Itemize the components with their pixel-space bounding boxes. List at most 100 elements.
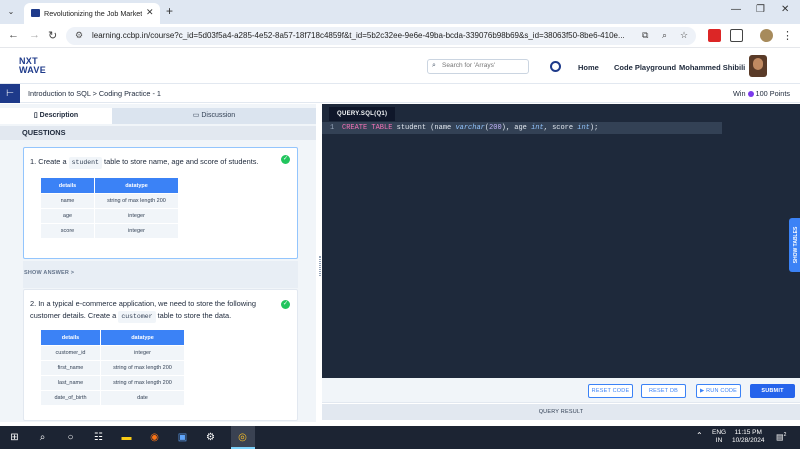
win-label: Win (732, 89, 746, 98)
reset-db-button[interactable]: RESET DB (641, 384, 686, 398)
tray-chevron-icon[interactable]: ⌃ (696, 432, 703, 440)
reload-icon[interactable]: ↻ (48, 29, 57, 42)
reset-code-button[interactable]: RESET CODE (588, 384, 633, 398)
sidebar-toggle-icon[interactable]: ⊢ (0, 84, 20, 103)
clock[interactable]: 11:15 PM 10/28/2024 (732, 429, 765, 445)
show-answer-link[interactable]: SHOW ANSWER > (24, 270, 74, 276)
site-favicon-icon (31, 9, 40, 17)
tab-title: Revolutionizing the Job Market (44, 9, 142, 18)
user-name[interactable]: Mohammed Shibili (679, 63, 745, 72)
install-app-icon[interactable]: ⧉ (642, 30, 648, 41)
sql-text: , score (543, 124, 578, 132)
tab-description[interactable]: ▯ Description (0, 108, 112, 124)
notification-count: 2 (783, 432, 787, 438)
zoom-icon[interactable]: ⌕ (662, 30, 667, 41)
app-header: NXT WAVE ⌕ Home Code Playground Mohammed… (0, 48, 800, 84)
image-viewer-icon[interactable]: ▣ (176, 431, 189, 444)
window-close-icon[interactable]: ✕ (781, 4, 789, 15)
table-row: customer_id integer (40, 345, 185, 361)
extensions-puzzle-icon[interactable] (730, 29, 743, 42)
firefox-icon[interactable]: ◉ (148, 431, 161, 444)
settings-gear-icon[interactable]: ⚙ (204, 431, 217, 444)
line-number: 1 (330, 124, 335, 132)
windows-taskbar: ⊞ ⌕ ○ ☷ ▬ ◉ ▣ ⚙ ◎ ⌃ ENG IN 11:15 PM 10/2… (0, 426, 800, 449)
task-view-icon[interactable]: ○ (64, 431, 77, 444)
sql-number: 200 (489, 124, 502, 132)
sql-type: int (577, 124, 590, 132)
tab-discussion-label: Discussion (201, 112, 236, 119)
question-number: 1. (30, 157, 37, 166)
table-cell: integer (94, 223, 179, 239)
language-indicator[interactable]: ENG IN (712, 429, 726, 445)
editor-file-tab[interactable]: QUERY.SQL(Q1) (329, 107, 396, 121)
show-tables-button[interactable]: SHOW TABLES (789, 218, 800, 272)
panel-resize-handle[interactable] (319, 256, 321, 276)
sql-text: student (name (392, 124, 456, 132)
url-field[interactable]: ⚙ learning.ccbp.in/course?c_id=5d03f5a4-… (66, 27, 696, 45)
nav-code-playground[interactable]: Code Playground (614, 63, 676, 72)
code-editor[interactable]: QUERY.SQL(Q1) 1 CREATE TABLE student (na… (322, 104, 800, 378)
column-header: datatype (94, 177, 179, 194)
table-cell: last_name (40, 375, 101, 391)
question-card-2[interactable]: 2. In a typical e-commerce application, … (23, 289, 298, 421)
breadcrumb-bar: ⊢ Introduction to SQL > Coding Practice … (0, 84, 800, 103)
chrome-icon[interactable]: ◎ (236, 431, 249, 444)
search-box[interactable]: ⌕ (427, 59, 529, 74)
table-cell: age (40, 208, 95, 224)
code-line[interactable]: 1 CREATE TABLE student (name varchar(200… (322, 122, 722, 134)
restore-icon[interactable]: ❐ (756, 4, 765, 15)
region-code: IN (715, 437, 723, 444)
show-tables-label: SHOW TABLES (793, 226, 799, 264)
url-text[interactable]: learning.ccbp.in/course?c_id=5d03f5a4-a2… (92, 31, 632, 40)
browser-menu-icon[interactable]: ⋮ (782, 29, 793, 42)
tab-description-label: Description (39, 112, 79, 119)
table-cell: score (40, 223, 95, 239)
search-input[interactable] (442, 62, 526, 69)
tab-discussion[interactable]: ▭ Discussion (112, 108, 316, 124)
table-row: date_of_birth date (40, 390, 185, 406)
editor-action-bar: RESET CODE RESET DB ▶ RUN CODE SUBMIT (322, 378, 800, 403)
column-header: details (40, 329, 101, 346)
widgets-icon[interactable]: ☷ (92, 431, 105, 444)
tab-close-icon[interactable]: ✕ (146, 7, 154, 18)
bookmark-star-icon[interactable]: ☆ (680, 30, 688, 41)
question-number: 2. (30, 299, 37, 308)
sql-type: varchar (455, 124, 485, 132)
sql-text: ), age (501, 124, 532, 132)
minimize-icon[interactable]: — (731, 4, 741, 15)
question-text: 1. Create a student table to store name,… (30, 156, 270, 169)
search-icon[interactable]: ⌕ (36, 431, 49, 444)
notification-center-icon[interactable]: ▤2 (776, 431, 786, 442)
query-result-tab[interactable]: QUERY RESULT (322, 404, 800, 420)
sql-type: int (531, 124, 544, 132)
forward-icon[interactable]: → (29, 29, 40, 41)
code-text[interactable]: CREATE TABLE student (name varchar(200),… (342, 124, 598, 132)
sql-keyword: CREATE TABLE (342, 124, 393, 132)
new-tab-icon[interactable]: + (166, 4, 173, 18)
extension-icon[interactable] (708, 29, 721, 42)
table-cell: name (40, 193, 95, 209)
breadcrumb[interactable]: Introduction to SQL > Coding Practice - … (28, 89, 161, 98)
file-explorer-icon[interactable]: ▬ (120, 431, 133, 444)
windows-start-icon[interactable]: ⊞ (8, 431, 21, 444)
column-header: details (40, 177, 95, 194)
table-row: last_name string of max length 200 (40, 375, 185, 391)
question-panel: ▯ Description ▭ Discussion QUESTIONS 1. … (0, 104, 316, 422)
tab-search-icon[interactable]: ⌄ (4, 5, 18, 19)
submit-button[interactable]: SUBMIT (750, 384, 795, 398)
question-card-1[interactable]: 1. Create a student table to store name,… (23, 147, 298, 259)
points-badge: Win 100 Points (733, 89, 790, 98)
question-text: 2. In a typical e-commerce application, … (30, 298, 266, 323)
nxtwave-logo[interactable]: NXT WAVE (19, 57, 46, 75)
coin-icon (747, 90, 754, 97)
nav-home[interactable]: Home (578, 63, 599, 72)
site-info-icon[interactable]: ⚙ (75, 30, 83, 41)
run-code-button[interactable]: ▶ RUN CODE (696, 384, 741, 398)
browser-tab[interactable]: Revolutionizing the Job Market ✕ (24, 3, 160, 24)
profile-avatar-icon[interactable] (760, 29, 773, 42)
streak-icon[interactable] (550, 61, 561, 72)
avatar[interactable] (749, 55, 767, 77)
table-name-chip: student (68, 157, 102, 169)
back-icon[interactable]: ← (8, 29, 19, 41)
table-header-row: details datatype (40, 329, 185, 346)
